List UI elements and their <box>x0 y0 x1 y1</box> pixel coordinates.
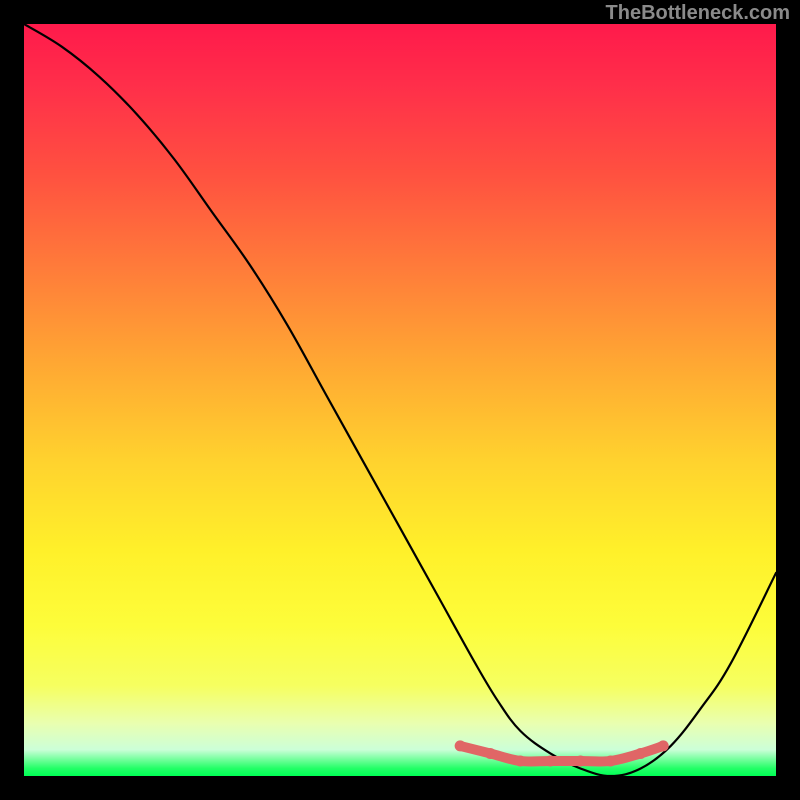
optimal-zone-dot <box>605 755 616 766</box>
plot-area <box>24 24 776 776</box>
optimal-zone-dot <box>575 755 586 766</box>
watermark-text: TheBottleneck.com <box>606 2 790 25</box>
optimal-zone-dots <box>24 24 776 776</box>
optimal-zone-dot <box>515 755 526 766</box>
optimal-zone-dot <box>455 740 466 751</box>
optimal-zone-dot <box>485 748 496 759</box>
optimal-zone-dot <box>545 755 556 766</box>
optimal-zone-dot <box>635 748 646 759</box>
optimal-zone-dot <box>658 740 669 751</box>
chart-frame: TheBottleneck.com <box>0 0 800 800</box>
